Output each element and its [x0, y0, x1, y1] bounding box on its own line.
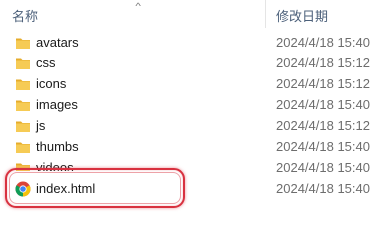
folder-row-images[interactable]: images 2024/4/18 15:40	[0, 95, 389, 116]
column-header-date-modified[interactable]: 修改日期	[276, 6, 328, 25]
folder-row-thumbs[interactable]: thumbs 2024/4/18 15:40	[0, 137, 389, 158]
file-date-modified: 2024/4/18 15:40	[276, 139, 370, 154]
file-date-modified: 2024/4/18 15:12	[276, 118, 370, 133]
file-name: icons	[36, 76, 67, 91]
file-name: images	[36, 97, 78, 112]
folder-row-icons[interactable]: icons 2024/4/18 15:12	[0, 74, 389, 95]
folder-row-css[interactable]: css 2024/4/18 15:12	[0, 53, 389, 74]
folder-icon	[16, 79, 30, 90]
folder-icon	[16, 38, 30, 49]
file-date-modified: 2024/4/18 15:40	[276, 181, 370, 196]
folder-icon	[16, 100, 30, 111]
file-date-modified: 2024/4/18 15:40	[276, 35, 370, 50]
folder-row-js[interactable]: js 2024/4/18 15:12	[0, 116, 389, 137]
column-header-name[interactable]: 名称	[12, 6, 38, 25]
file-name: thumbs	[36, 139, 79, 154]
column-header-bar: 名称 ^ 修改日期	[0, 0, 389, 28]
folder-row-avatars[interactable]: avatars 2024/4/18 15:40	[0, 33, 389, 54]
file-name: js	[36, 118, 46, 133]
file-date-modified: 2024/4/18 15:40	[276, 160, 370, 175]
file-name: css	[36, 55, 56, 70]
file-date-modified: 2024/4/18 15:12	[276, 55, 370, 70]
file-name: avatars	[36, 35, 79, 50]
column-divider[interactable]	[265, 0, 266, 28]
folder-icon	[16, 58, 30, 69]
folder-icon	[16, 121, 30, 132]
file-date-modified: 2024/4/18 15:40	[276, 97, 370, 112]
folder-icon	[16, 142, 30, 153]
file-date-modified: 2024/4/18 15:12	[276, 76, 370, 91]
red-highlight-annotation	[5, 168, 185, 208]
file-explorer-view: 名称 ^ 修改日期 avatars 2024/4/18 15:40 css 20…	[0, 0, 389, 251]
sort-ascending-icon: ^	[135, 1, 141, 11]
